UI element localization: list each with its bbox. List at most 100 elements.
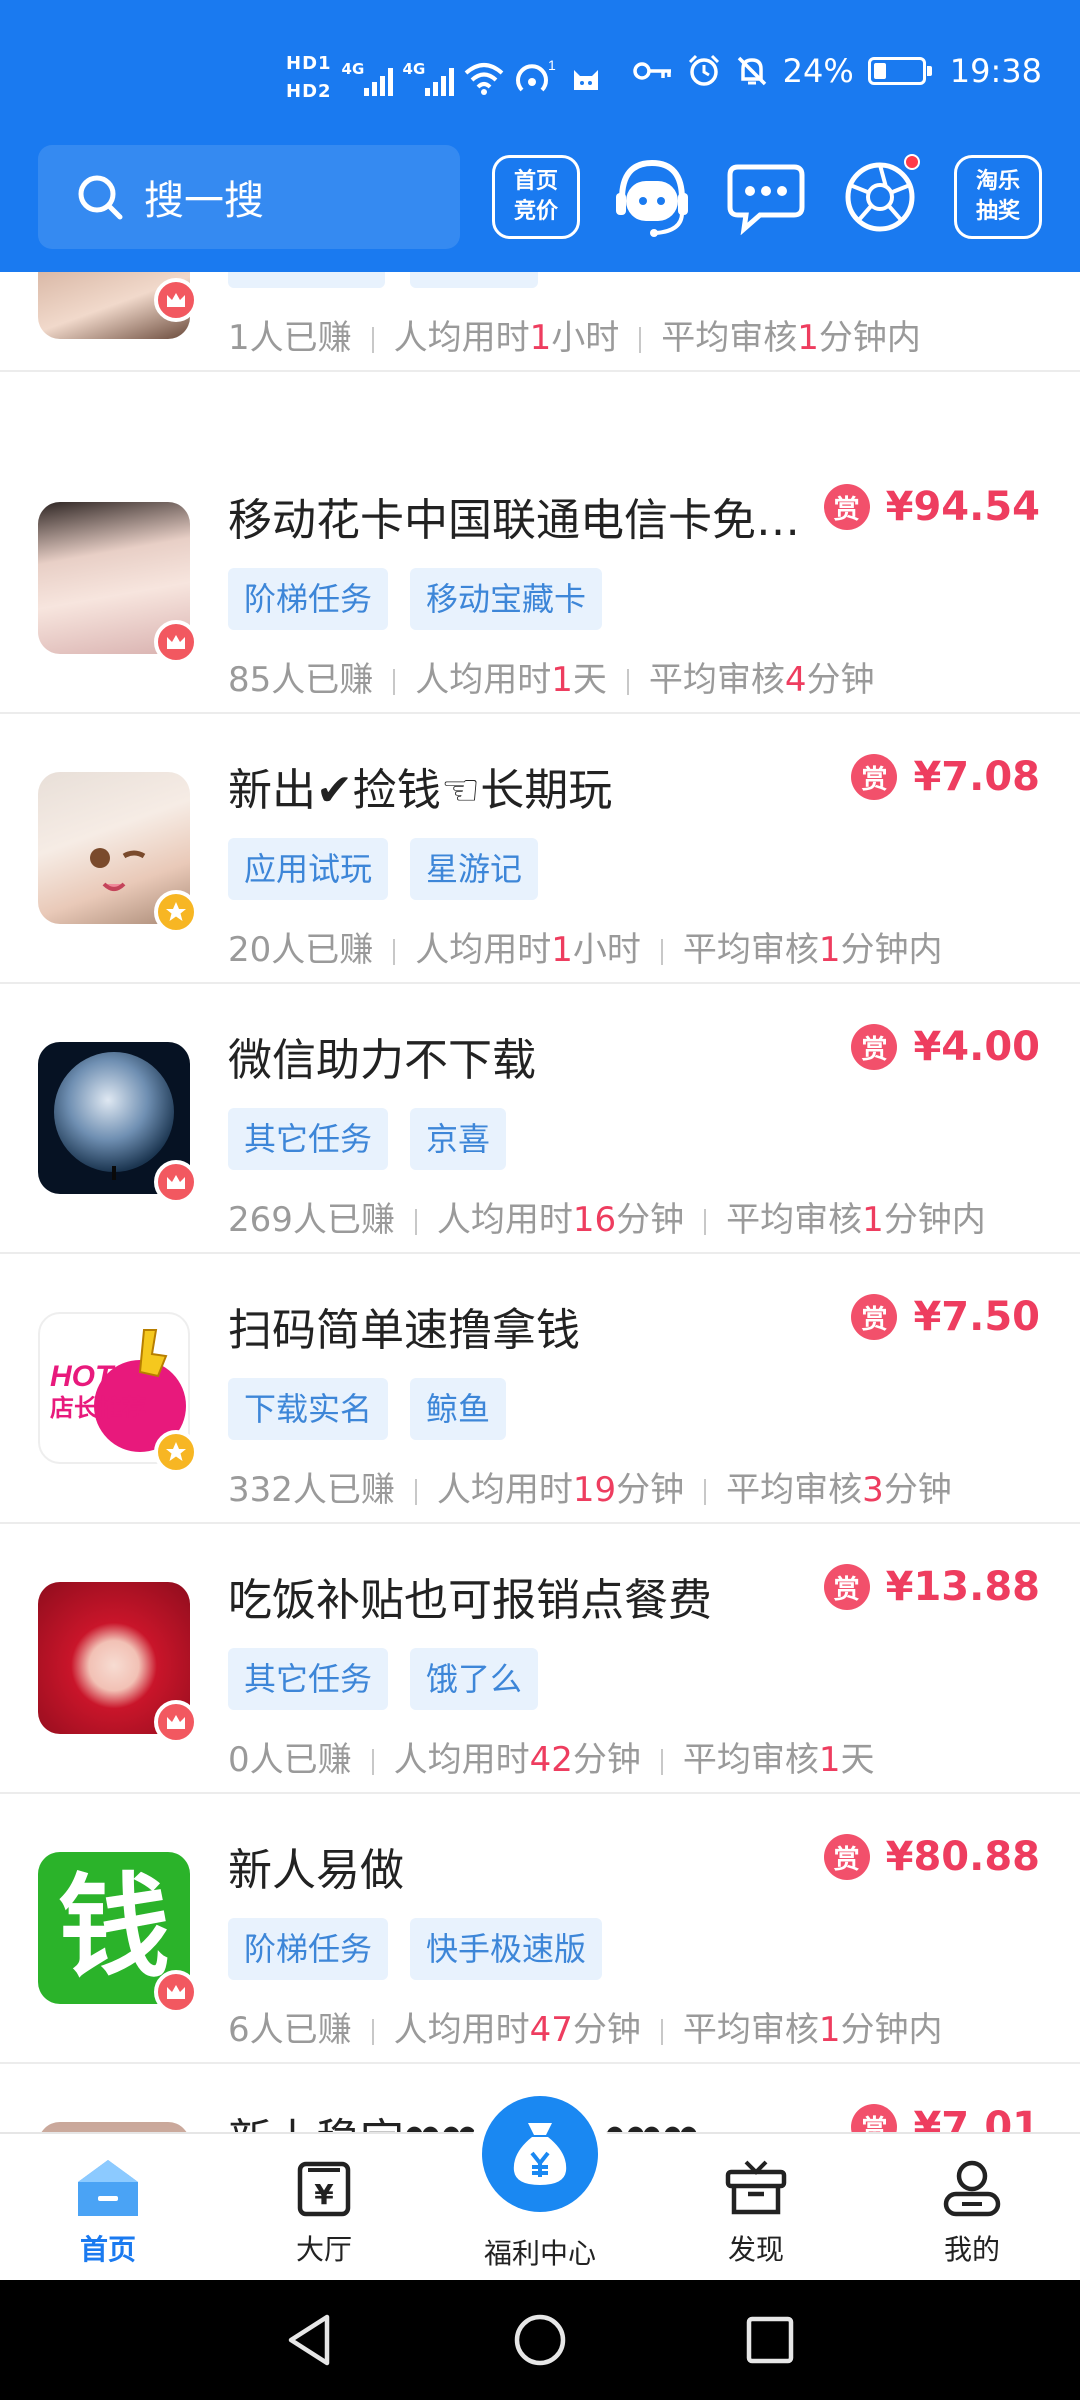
hotspot-icon: 1 — [515, 58, 556, 92]
crown-badge-icon — [154, 1160, 198, 1204]
nav-home-label: 首页 — [79, 2233, 136, 2266]
task-tag: 鲸鱼 — [410, 1378, 507, 1440]
task-stats: 6人已赚 人均用时47分钟 平均审核1分钟内 — [228, 2010, 943, 2050]
alarm-icon — [688, 54, 719, 86]
headset-icon — [616, 159, 688, 237]
reward-icon: 赏 — [851, 754, 898, 800]
nav-welfare-label: 福利中心 — [483, 2237, 596, 2270]
svg-text:¥: ¥ — [314, 2178, 334, 2211]
svg-text:店长推荐: 店长推荐 — [50, 1394, 146, 1422]
home-circle-icon — [514, 2314, 566, 2366]
reward-icon: 赏 — [851, 2104, 898, 2132]
star-badge-icon — [154, 1430, 198, 1474]
nav-discover[interactable]: 发现 — [676, 2134, 836, 2282]
status-bar: HD1 HD2 4G 4G 1 24% 19:38 — [0, 40, 1080, 124]
task-reward: 赏 ¥4.00 — [851, 1024, 1040, 1070]
task-title: 新出✔捡钱☜长期玩 — [228, 765, 613, 816]
task-tag: 移动宝藏卡 — [410, 568, 603, 630]
home-bid-button[interactable]: 首页 竞价 — [492, 155, 580, 239]
task-title: 扫码简单速撸拿钱 — [228, 1305, 580, 1356]
nav-home[interactable]: 首页 — [28, 2134, 188, 2282]
money-bag-icon — [513, 2123, 567, 2185]
task-avatar — [38, 2122, 190, 2132]
user-icon — [943, 2160, 1001, 2217]
task-tag: 下载实名 — [228, 1378, 389, 1440]
reward-amount: ¥7.01 — [913, 2104, 1040, 2132]
star-badge-icon — [154, 890, 198, 934]
reward-amount: ¥13.88 — [885, 1564, 1040, 1610]
reward-amount: ¥94.54 — [885, 484, 1040, 530]
task-item[interactable]: HOT 店长推荐 扫码简单速撸拿钱 赏 ¥7.50 下载实名 鲸鱼 332人已赚… — [0, 1254, 1080, 1524]
task-reward: 赏 ¥7.01 — [851, 2104, 1040, 2132]
nav-mine-label: 我的 — [943, 2233, 1000, 2266]
task-tag: 饿了么 — [410, 1648, 539, 1710]
task-stats: 85人已赚 人均用时1天 平均审核4分钟 — [228, 660, 875, 700]
lottery-button[interactable]: 淘乐 抽奖 — [954, 155, 1042, 239]
system-navigation-bar — [0, 2280, 1080, 2400]
gift-box-icon — [725, 2160, 787, 2215]
welfare-center-button[interactable] — [470, 2084, 610, 2224]
shutter-button[interactable] — [838, 152, 922, 242]
nav-discover-label: 发现 — [727, 2233, 784, 2266]
network-indicators: HD1 HD2 4G 4G 1 — [286, 50, 602, 106]
task-reward: 赏 ¥7.50 — [851, 1294, 1040, 1340]
nav-mine[interactable]: 我的 — [892, 2134, 1052, 2282]
reward-amount: ¥80.88 — [885, 1834, 1040, 1880]
home-button[interactable] — [480, 2280, 600, 2400]
crown-badge-icon — [154, 1700, 198, 1744]
back-triangle-icon — [288, 2314, 330, 2366]
task-tag: 星游记 — [410, 838, 539, 900]
task-stats: 20人已赚 人均用时1小时 平均审核1分钟内 — [228, 930, 943, 970]
task-stats: 332人已赚 人均用时19分钟 平均审核3分钟 — [228, 1470, 952, 1510]
crown-badge-icon — [154, 620, 198, 664]
reward-amount: ¥7.08 — [913, 754, 1040, 800]
task-item[interactable]: 移动花卡中国联通电信卡免… 赏 ¥94.54 阶梯任务 移动宝藏卡 85人已赚人… — [0, 444, 1080, 714]
task-item[interactable]: 新出✔捡钱☜长期玩 赏 ¥7.08 应用试玩 星游记 20人已赚 人均用时1小时平… — [0, 714, 1080, 984]
search-placeholder: 搜一搜 — [144, 178, 264, 224]
back-button[interactable] — [250, 2280, 370, 2400]
crown-badge-icon — [154, 278, 198, 322]
signal-icon: 4G — [342, 60, 393, 96]
task-tag: 其它任务 — [228, 1648, 389, 1710]
task-tag: 阶梯任务 — [228, 1918, 389, 1980]
task-item[interactable]: 微信助力不下载 赏 ¥4.00 其它任务 京喜 269人已赚 人均用时16分钟 平均… — [0, 984, 1080, 1254]
messages-button[interactable] — [724, 152, 808, 242]
reward-icon: 赏 — [851, 1024, 898, 1070]
notification-dot — [904, 154, 920, 170]
system-indicators: 24% 19:38 — [632, 52, 1042, 90]
task-reward: 赏 ¥7.08 — [851, 754, 1040, 800]
chat-bubble-icon — [727, 164, 805, 235]
recents-square-icon — [746, 2316, 794, 2364]
recents-button[interactable] — [710, 2280, 830, 2400]
task-title: 吃饭补贴也可报销点餐费 — [228, 1575, 712, 1626]
task-stats: 269人已赚 人均用时16分钟 平均审核1分钟内 — [228, 1200, 986, 1240]
reward-icon: 赏 — [823, 1834, 870, 1880]
search-icon — [78, 175, 123, 220]
task-item[interactable]: 钱 新人易做 赏 ¥80.88 阶梯任务 快手极速版 6人已赚 人均用时47分钟平… — [0, 1794, 1080, 2064]
task-item[interactable]: 下载APP 猫大仙 1人已赚人均用时1小时平均审核1分钟内 — [0, 272, 1080, 372]
hd-indicator: HD1 HD2 — [286, 53, 332, 102]
search-input[interactable]: 搜一搜 — [38, 145, 460, 249]
task-item[interactable]: 吃饭补贴也可报销点餐费 赏 ¥13.88 其它任务 饿了么 0人已赚 人均用时42… — [0, 1524, 1080, 1794]
task-title: 新上稳定❤❤❤❤❤❤❤❤ — [228, 2104, 699, 2132]
mute-bell-icon — [737, 56, 766, 86]
task-tag: 应用试玩 — [228, 838, 389, 900]
task-title: 新人易做 — [228, 1845, 404, 1896]
reward-amount: ¥4.00 — [913, 1024, 1040, 1070]
home-icon — [78, 2160, 138, 2216]
customer-service-button[interactable] — [610, 152, 694, 242]
task-stats: 0人已赚 人均用时42分钟 平均审核1天 — [228, 1740, 875, 1780]
battery-icon — [867, 57, 932, 85]
key-icon — [632, 62, 671, 80]
reward-icon: 赏 — [851, 1294, 898, 1340]
task-reward: 赏 ¥80.88 — [823, 1834, 1040, 1880]
clock-time: 19:38 — [949, 52, 1042, 90]
task-stats: 1人已赚 人均用时1小时 平均审核1分钟内 — [228, 318, 921, 358]
cat-icon — [573, 70, 598, 90]
task-list: 下载APP 猫大仙 1人已赚人均用时1小时平均审核1分钟内 移动花卡中国联通电信… — [0, 272, 1080, 2132]
nav-hall[interactable]: ¥ 大厅 — [244, 2134, 404, 2282]
task-tag: 阶梯任务 — [228, 568, 389, 630]
svg-text:1: 1 — [548, 58, 556, 73]
money-char-icon: 钱 — [58, 1863, 170, 1993]
reward-amount: ¥7.50 — [913, 1294, 1040, 1340]
